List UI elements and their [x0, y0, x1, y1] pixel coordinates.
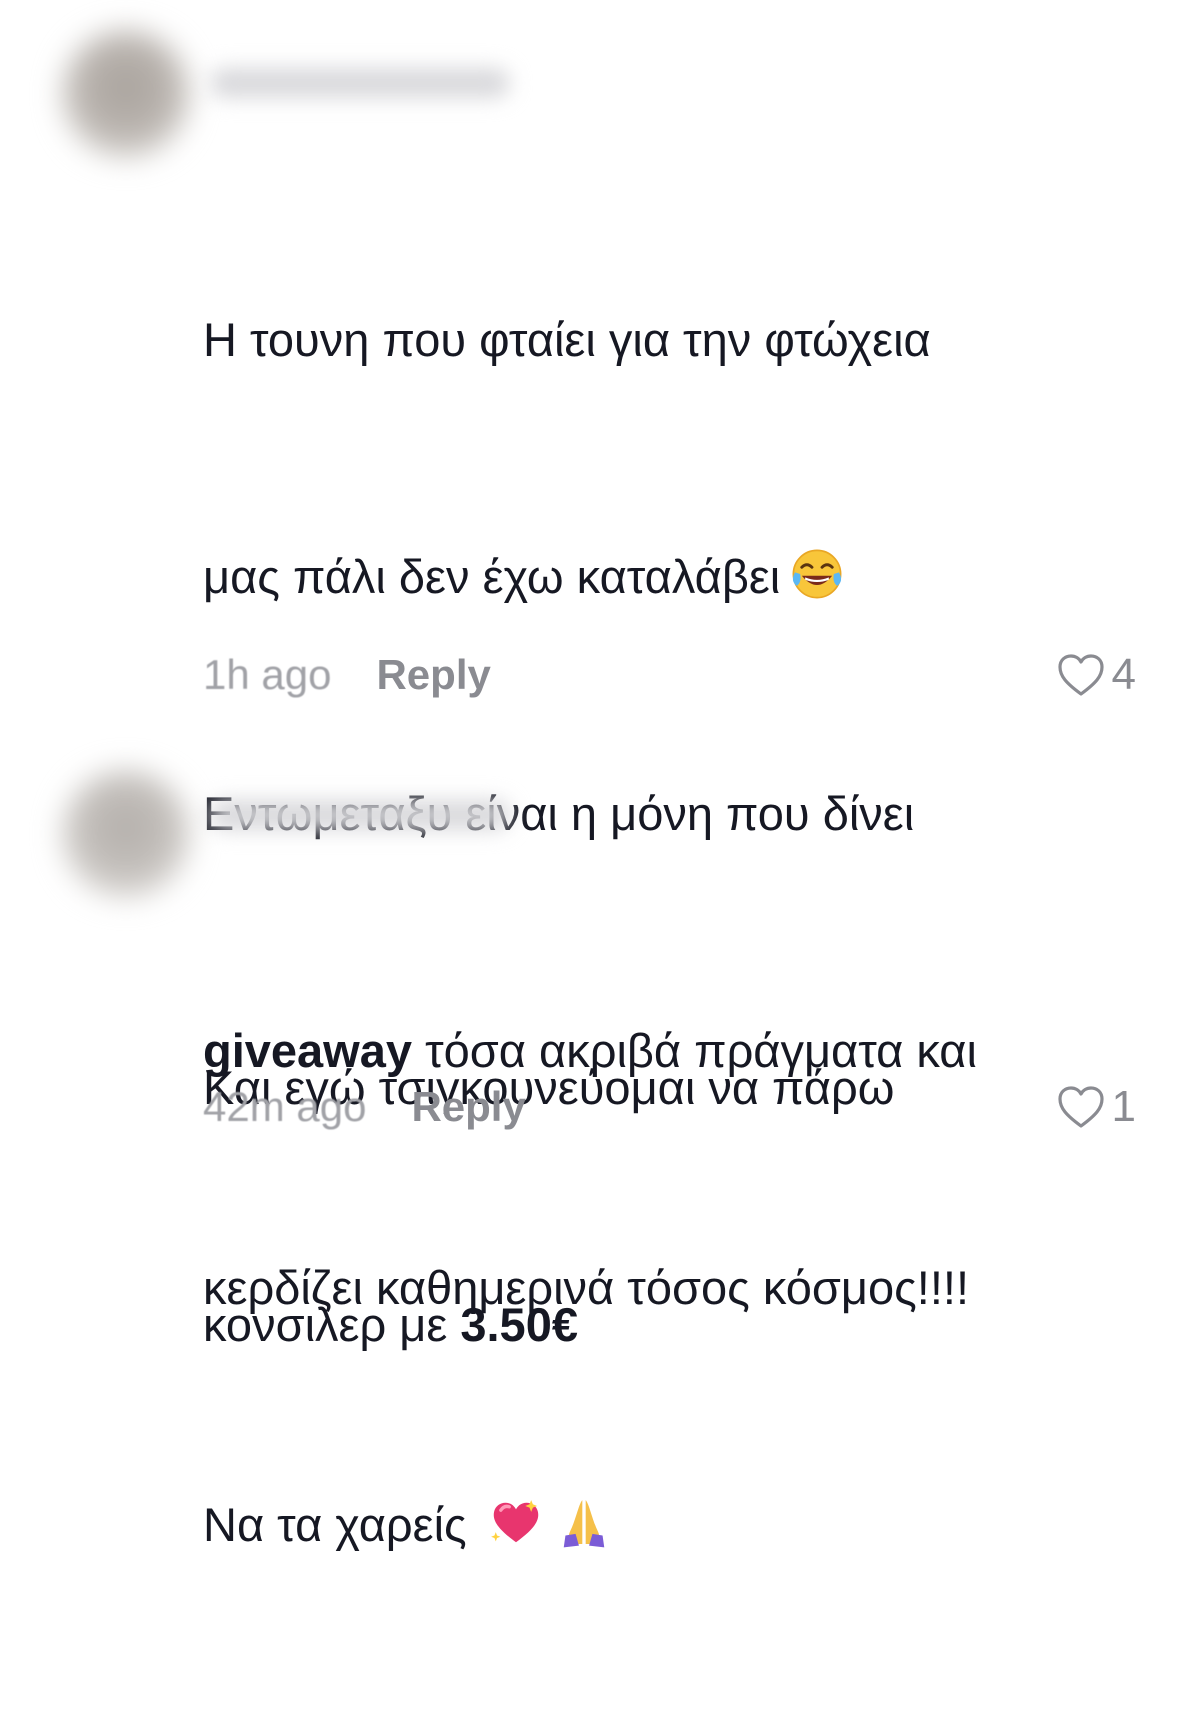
reply-button[interactable]: Reply: [411, 1083, 525, 1131]
avatar[interactable]: [62, 30, 190, 158]
like-count: 4: [1111, 650, 1136, 699]
comment-line: Η τουνη που φταίει για την φτώχεια: [203, 313, 931, 366]
avatar[interactable]: [62, 770, 190, 898]
like-count: 1: [1111, 1082, 1136, 1131]
bold-price: 3.50€: [460, 1298, 578, 1351]
username-blurred[interactable]: [210, 800, 510, 830]
username-blurred[interactable]: [210, 68, 510, 98]
heart-outline-icon[interactable]: [1056, 1084, 1106, 1130]
like-button[interactable]: 4: [1056, 645, 1136, 705]
tears-of-joy-icon: [792, 549, 842, 599]
comment-item: Η τουνη που φταίει για την φτώχεια μας π…: [0, 0, 1200, 1551]
comment-meta: 1h ago Reply: [203, 645, 491, 705]
comment-line: κονσιλερ με 3.50€: [203, 1298, 578, 1351]
comment-timestamp: 1h ago: [203, 651, 332, 698]
comment-text: Και εγώ τσιγκουνεύομαι να πάρω κονσιλερ …: [203, 890, 1163, 1522]
like-button[interactable]: 1: [1056, 1077, 1136, 1137]
heart-outline-icon[interactable]: [1056, 652, 1106, 698]
comment-timestamp: 42m ago: [203, 1083, 367, 1130]
comment-item: Και εγώ τσιγκουνεύομαι να πάρω κονσιλερ …: [0, 740, 1200, 1351]
reply-button[interactable]: Reply: [376, 651, 490, 699]
comment-line: μας πάλι δεν έχω καταλάβει: [203, 537, 1163, 616]
comment-meta: 42m ago Reply: [203, 1077, 526, 1137]
